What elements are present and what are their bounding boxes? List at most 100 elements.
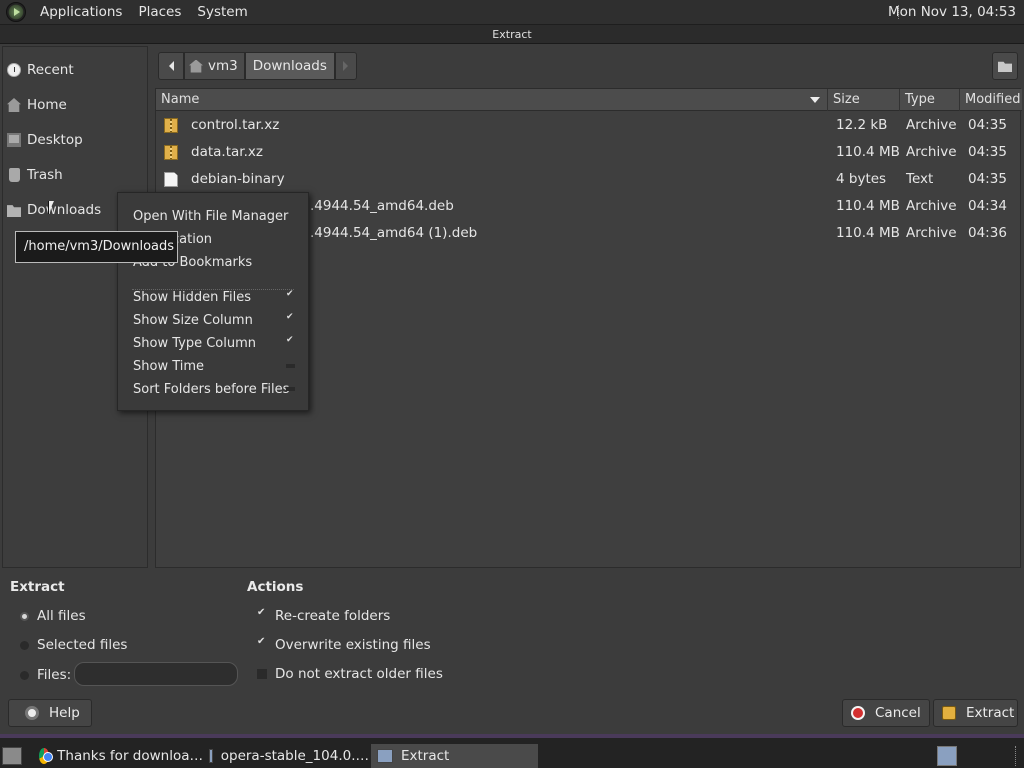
file-type: Text <box>906 171 934 187</box>
file-row[interactable]: data.tar.xz 110.4 MB Archive 04:35 <box>156 139 1022 166</box>
files-pattern-input[interactable] <box>74 662 238 686</box>
radio-indicator <box>20 611 29 621</box>
column-header-name[interactable]: Name <box>156 89 828 111</box>
radio-label: Selected files <box>37 637 128 653</box>
file-row[interactable]: debian-binary 4 bytes Text 04:35 <box>156 166 1022 193</box>
taskbar-item-label: Extract <box>401 748 450 764</box>
archive-manager-icon <box>377 749 393 763</box>
sidebar-context-menu: Open With File Manager cation Add to Boo… <box>117 192 309 411</box>
checkbox-indicator <box>257 636 267 650</box>
file-size: 110.4 MB <box>836 198 900 214</box>
column-header-size[interactable]: Size <box>828 89 900 111</box>
file-size: 4 bytes <box>836 171 887 187</box>
home-icon <box>7 98 21 112</box>
unchecked-indicator <box>286 387 295 391</box>
show-desktop-icon[interactable] <box>2 747 22 765</box>
menu-system[interactable]: System <box>189 0 255 25</box>
path-segment-vm3[interactable]: vm3 <box>184 52 245 80</box>
selected-files-radio[interactable]: Selected files <box>20 635 127 655</box>
help-icon <box>25 706 39 720</box>
taskbar-item-label: Thanks for downloa… <box>57 748 203 764</box>
path-segment-downloads[interactable]: Downloads <box>244 52 335 80</box>
archive-icon <box>164 145 178 160</box>
menu-item-copy-location[interactable]: cation <box>172 230 212 250</box>
cancel-button[interactable]: Cancel <box>842 699 930 727</box>
check-icon <box>286 312 295 326</box>
sidebar-item-downloads[interactable]: Downloads <box>7 199 101 221</box>
menu-item-show-size-column[interactable]: Show Size Column <box>133 311 253 331</box>
radio-label: All files <box>37 608 86 624</box>
menu-applications[interactable]: Applications <box>32 0 130 25</box>
create-folder-button[interactable] <box>992 52 1018 80</box>
cancel-icon <box>851 706 865 720</box>
checkbox-label: Do not extract older files <box>275 666 443 682</box>
clock[interactable]: Mon Nov 13, 04:53 <box>888 0 1016 25</box>
menu-item-open-with-file-manager[interactable]: Open With File Manager <box>133 207 288 227</box>
checkbox-label: Overwrite existing files <box>275 637 431 653</box>
home-icon <box>189 59 203 73</box>
file-modified: 04:34 <box>968 198 1007 214</box>
taskbar-item-browser[interactable]: Thanks for downloa… <box>33 744 203 768</box>
chevron-left-icon <box>168 61 174 71</box>
taskbar-item-label: opera-stable_104.0.… <box>220 748 369 764</box>
folder-icon <box>7 205 21 217</box>
checkbox-indicator <box>257 669 267 679</box>
path-tooltip: /home/vm3/Downloads <box>15 231 178 263</box>
trash-icon <box>9 168 20 182</box>
file-type: Archive <box>906 144 957 160</box>
file-row[interactable]: control.tar.xz 12.2 kB Archive 04:35 <box>156 112 1022 139</box>
taskbar-item-archive[interactable]: opera-stable_104.0.… <box>203 744 369 768</box>
archive-manager-icon <box>209 749 213 763</box>
sidebar-item-desktop[interactable]: Desktop <box>7 129 83 151</box>
chrome-icon <box>39 748 54 764</box>
extract-button[interactable]: Extract <box>933 699 1018 727</box>
menu-item-show-time[interactable]: Show Time <box>133 357 204 377</box>
taskbar-separator <box>1015 746 1023 766</box>
menu-logo-icon[interactable] <box>6 2 26 22</box>
radio-indicator <box>20 670 29 680</box>
check-icon <box>286 335 295 349</box>
radio-label: Files: <box>37 667 72 683</box>
recent-icon <box>7 63 21 77</box>
column-header-modified[interactable]: Modified <box>960 89 1022 111</box>
desktop-icon <box>7 133 21 147</box>
sidebar-item-label: Home <box>27 97 67 113</box>
file-type: Archive <box>906 117 957 133</box>
sidebar-item-home[interactable]: Home <box>7 94 67 116</box>
button-label: Help <box>49 705 80 721</box>
menu-item-sort-folders-before-files[interactable]: Sort Folders before Files <box>133 380 289 400</box>
all-files-radio[interactable]: All files <box>20 606 86 626</box>
sidebar-item-label: Desktop <box>27 132 83 148</box>
file-modified: 04:35 <box>968 171 1007 187</box>
file-size: 12.2 kB <box>836 117 888 133</box>
help-button[interactable]: Help <box>8 699 92 727</box>
file-name: .4944.54_amd64.deb <box>310 198 454 214</box>
menu-places[interactable]: Places <box>130 0 189 25</box>
sidebar-item-label: Recent <box>27 62 74 78</box>
sidebar-item-trash[interactable]: Trash <box>7 164 63 186</box>
taskbar-item-extract[interactable]: Extract <box>371 744 538 768</box>
window-title[interactable]: Extract <box>0 25 1024 44</box>
overwrite-existing-checkbox[interactable]: Overwrite existing files <box>257 635 431 655</box>
menu-item-show-type-column[interactable]: Show Type Column <box>133 334 256 354</box>
extract-section-title: Extract <box>10 579 65 595</box>
unchecked-indicator <box>286 364 295 368</box>
path-segment-label: vm3 <box>208 58 238 74</box>
radio-indicator <box>20 640 29 650</box>
files-radio[interactable]: Files: <box>20 665 71 685</box>
do-not-extract-older-checkbox[interactable]: Do not extract older files <box>257 664 443 684</box>
recreate-folders-checkbox[interactable]: Re-create folders <box>257 606 390 626</box>
path-bar: vm3 Downloads <box>158 52 357 80</box>
extract-icon <box>942 706 956 720</box>
path-back-button[interactable] <box>158 52 184 80</box>
menu-item-show-hidden-files[interactable]: Show Hidden Files <box>133 288 251 308</box>
column-header-type[interactable]: Type <box>900 89 960 111</box>
sidebar-item-recent[interactable]: Recent <box>7 59 74 81</box>
path-forward-button[interactable] <box>334 52 357 80</box>
top-panel: Applications Places System Mon Nov 13, 0… <box>0 0 1024 25</box>
checkbox-label: Re-create folders <box>275 608 391 624</box>
file-list-header: Name Size Type Modified <box>156 89 1022 111</box>
file-modified: 04:35 <box>968 117 1007 133</box>
file-size: 110.4 MB <box>836 144 900 160</box>
tray-app-icon[interactable] <box>937 746 957 766</box>
